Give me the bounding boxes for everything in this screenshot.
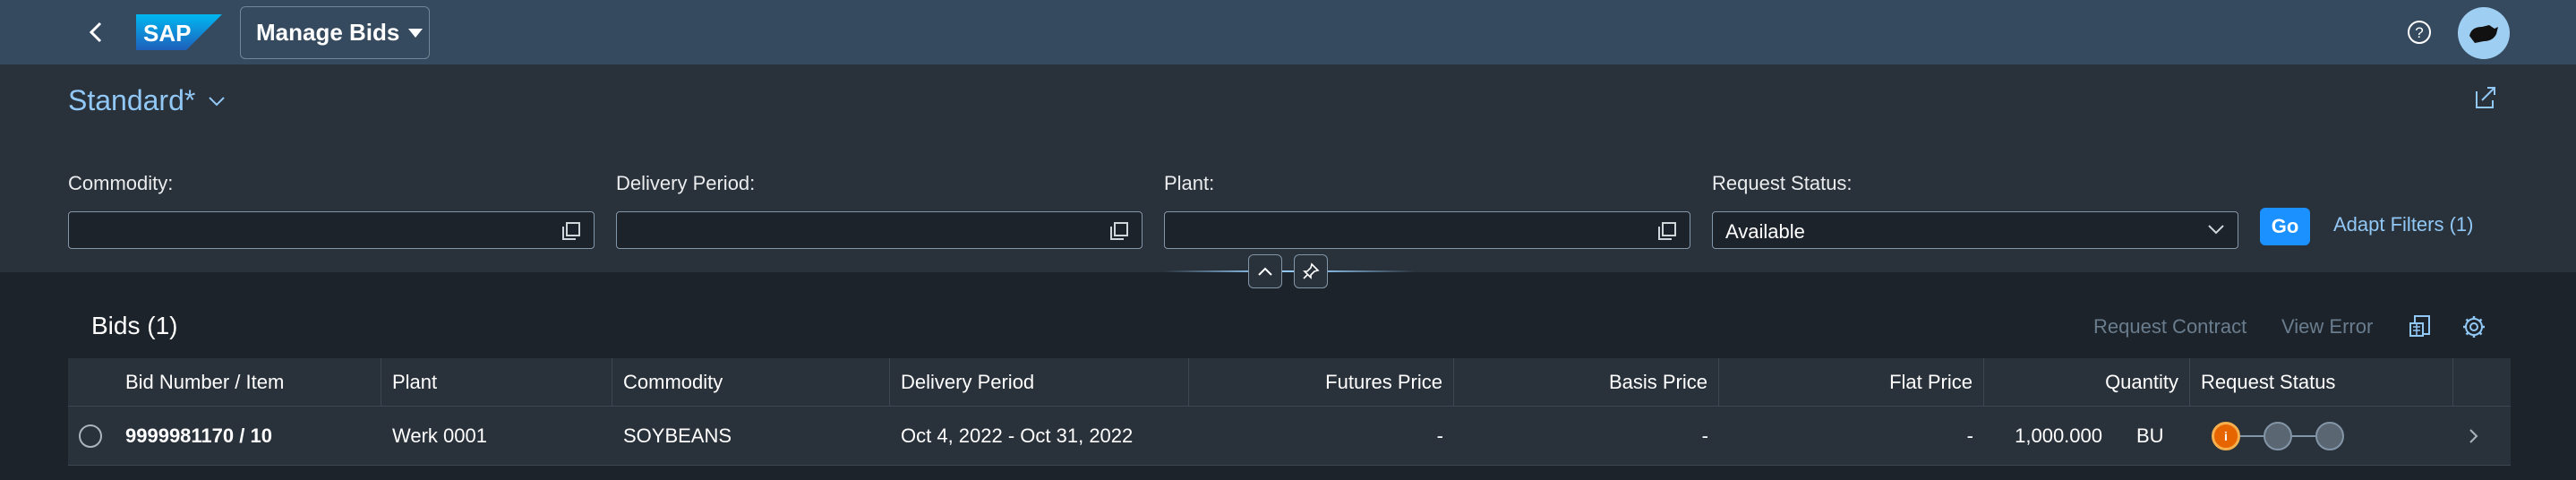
- col-flat-price[interactable]: Flat Price: [1719, 358, 1984, 406]
- app-title-menu[interactable]: Manage Bids: [240, 6, 430, 59]
- collapse-header-button[interactable]: [1248, 254, 1282, 288]
- chevron-down-icon: [2208, 225, 2224, 235]
- value-help-icon[interactable]: [1657, 221, 1677, 241]
- cell-futures-price: -: [1436, 424, 1443, 447]
- table-row[interactable]: 9999981170 / 10 Werk 0001 SOYBEANS Oct 4…: [68, 407, 2511, 466]
- table-title: Bids (1): [91, 312, 178, 339]
- cell-flat-price: -: [1966, 424, 1973, 447]
- pin-icon: [1303, 262, 1320, 279]
- avatar-image-icon: [2469, 25, 2498, 43]
- caret-down-icon: [408, 28, 424, 38]
- col-request-status[interactable]: Request Status: [2190, 358, 2453, 406]
- request-status-select[interactable]: Available: [1712, 211, 2238, 249]
- chevron-right-icon: [2469, 428, 2478, 443]
- gear-icon: [2463, 316, 2485, 338]
- filter-request-status: Request Status: Available: [1712, 172, 2238, 249]
- back-button[interactable]: [81, 16, 113, 48]
- status-step-pending-icon: [2264, 421, 2292, 450]
- pin-header-button[interactable]: [1294, 254, 1328, 288]
- user-avatar[interactable]: [2458, 7, 2510, 59]
- value-help-icon[interactable]: [561, 221, 581, 241]
- col-delivery-period[interactable]: Delivery Period: [890, 358, 1189, 406]
- export-spreadsheet-icon: [2409, 315, 2430, 337]
- col-plant[interactable]: Plant: [381, 358, 612, 406]
- col-quantity[interactable]: Quantity: [1984, 358, 2190, 406]
- col-basis-price[interactable]: Basis Price: [1454, 358, 1719, 406]
- row-select-radio[interactable]: [79, 424, 102, 448]
- filter-plant: Plant:: [1164, 172, 1690, 249]
- cell-quantity: 1,000.000 BU: [1984, 407, 2190, 465]
- filter-label: Request Status:: [1712, 172, 1853, 194]
- share-icon: [2476, 87, 2495, 108]
- status-step-warning-icon: i: [2212, 421, 2240, 450]
- col-futures-price[interactable]: Futures Price: [1189, 358, 1454, 406]
- chevron-up-icon: [1258, 267, 1272, 276]
- filter-delivery-period: Delivery Period:: [616, 172, 1143, 249]
- header-divider: [1164, 270, 1415, 272]
- delivery-period-input[interactable]: [616, 211, 1143, 249]
- shell-bar: SAP Manage Bids ?: [0, 0, 2576, 64]
- chevron-left-icon: [89, 21, 102, 43]
- variant-selector[interactable]: Standard*: [68, 84, 226, 117]
- sap-logo: SAP: [136, 14, 222, 50]
- table-header-row: Bid Number / Item Plant Commodity Delive…: [68, 358, 2511, 407]
- col-bid-number[interactable]: Bid Number / Item: [68, 358, 381, 406]
- process-connector: [2240, 434, 2264, 437]
- variant-title: Standard*: [68, 84, 196, 116]
- chevron-down-icon: [209, 96, 226, 106]
- cell-bid-number: 9999981170 / 10: [125, 424, 272, 447]
- row-select-cell: [79, 407, 115, 465]
- help-button[interactable]: ?: [2403, 16, 2435, 48]
- request-status-value: Available: [1725, 220, 1805, 243]
- adapt-filters-link[interactable]: Adapt Filters (1): [2333, 213, 2474, 236]
- go-button[interactable]: Go: [2260, 208, 2310, 245]
- col-commodity[interactable]: Commodity: [612, 358, 890, 406]
- cell-plant: Werk 0001: [392, 424, 487, 447]
- svg-text:?: ?: [2415, 24, 2423, 41]
- plant-input[interactable]: [1164, 211, 1690, 249]
- cell-delivery-period: Oct 4, 2022 - Oct 31, 2022: [901, 424, 1134, 447]
- filter-label: Plant:: [1164, 172, 1215, 194]
- filter-label: Delivery Period:: [616, 172, 756, 194]
- row-navigation[interactable]: [2468, 407, 2495, 465]
- filter-header: Standard* Commodity: Delivery Period: Pl…: [0, 64, 2576, 288]
- cell-commodity: SOYBEANS: [623, 424, 732, 447]
- view-error-button[interactable]: View Error: [2281, 315, 2373, 339]
- help-icon: ?: [2408, 21, 2431, 44]
- table-settings-button[interactable]: [2459, 312, 2489, 342]
- app-title: Manage Bids: [256, 19, 400, 46]
- filter-commodity: Commodity:: [68, 172, 595, 249]
- svg-text:SAP: SAP: [143, 20, 191, 47]
- cell-basis-price: -: [1701, 424, 1708, 447]
- quantity-value: 1,000.000: [2015, 424, 2102, 447]
- status-process-flow[interactable]: i: [2212, 421, 2344, 450]
- commodity-input[interactable]: [68, 211, 595, 249]
- status-step-pending-icon: [2315, 421, 2344, 450]
- export-button[interactable]: [2405, 312, 2435, 342]
- value-help-icon[interactable]: [1109, 221, 1129, 241]
- filter-label: Commodity:: [68, 172, 174, 194]
- quantity-unit: BU: [2136, 424, 2164, 447]
- share-button[interactable]: [2469, 82, 2500, 113]
- process-connector: [2292, 434, 2315, 437]
- request-contract-button[interactable]: Request Contract: [2093, 315, 2247, 339]
- cell-request-status: i: [2201, 407, 2453, 465]
